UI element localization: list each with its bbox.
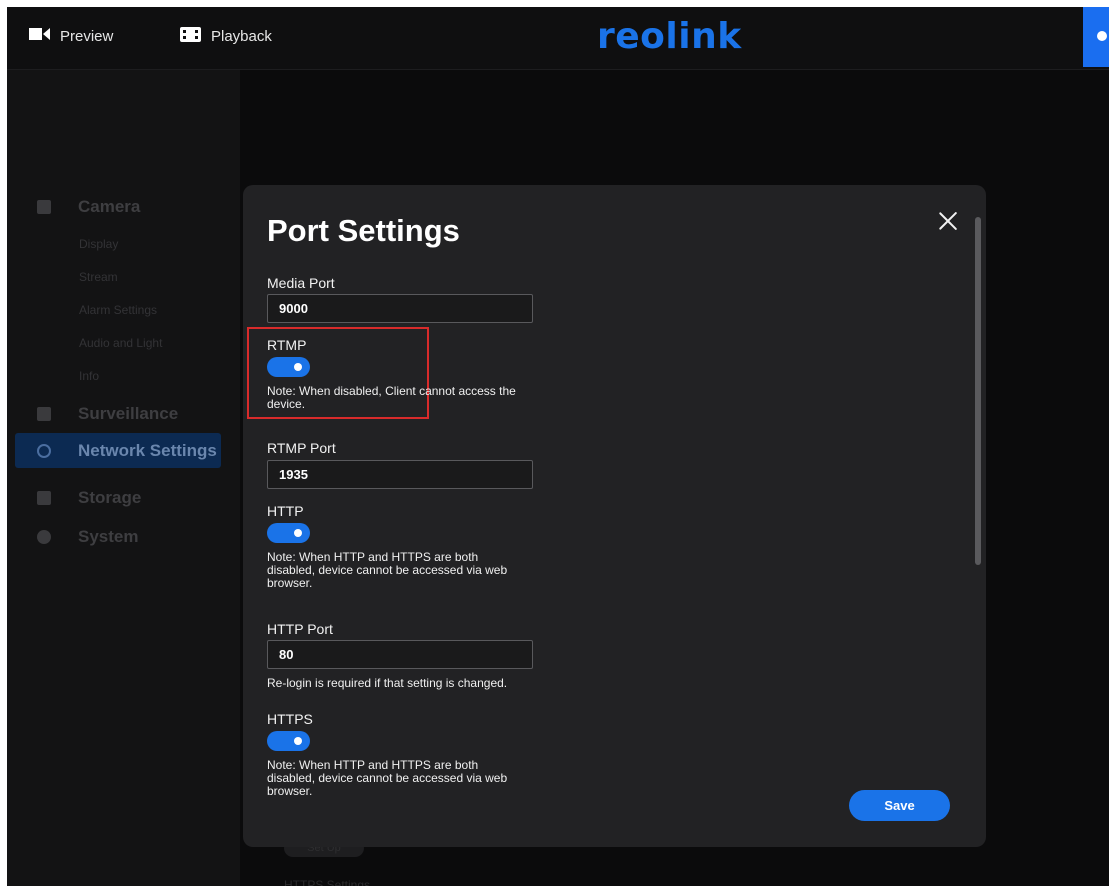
sidebar-item-label: Surveillance [78, 404, 179, 423]
rtmp-note: Note: When disabled, Client cannot acces… [267, 384, 516, 411]
http-toggle[interactable] [267, 523, 310, 543]
sidebar-item-camera[interactable]: Camera [37, 197, 140, 217]
monitor-icon [37, 407, 51, 421]
sidebar-sub-display[interactable]: Display [79, 237, 118, 251]
http-port-input[interactable]: 80 [267, 640, 533, 669]
preview-label: Preview [60, 27, 114, 45]
playback-tab[interactable]: Playback [180, 27, 272, 46]
dialog-title: Port Settings [267, 213, 460, 248]
globe-icon [37, 444, 51, 458]
sidebar-item-surveillance[interactable]: Surveillance [37, 404, 178, 424]
storage-icon [37, 491, 51, 505]
https-toggle[interactable] [267, 731, 310, 751]
film-icon [180, 27, 201, 46]
https-settings-label: HTTPS Settings [284, 878, 371, 886]
save-button[interactable]: Save [849, 790, 950, 821]
sidebar-sub-info[interactable]: Info [79, 369, 99, 383]
http-note: Note: When HTTP and HTTPS are both disab… [267, 550, 508, 590]
rtmp-port-input[interactable]: 1935 [267, 460, 533, 489]
playback-label: Playback [211, 28, 272, 45]
preview-tab[interactable]: Preview [29, 27, 113, 45]
sidebar: Camera Display Stream Alarm Settings Aud… [7, 70, 240, 886]
top-bar: Preview Playback reolink [7, 7, 1109, 70]
https-label: HTTPS [267, 711, 313, 727]
toggle-knob [294, 363, 302, 371]
reolink-logo: reolink [597, 16, 742, 57]
http-port-note: Re-login is required if that setting is … [267, 676, 508, 690]
sidebar-item-network-settings[interactable]: Network Settings [15, 433, 221, 468]
media-port-input[interactable]: 9000 [267, 294, 533, 323]
toggle-knob [294, 529, 302, 537]
dialog-scrollbar[interactable] [975, 217, 981, 565]
scrollbar-thumb[interactable] [975, 217, 981, 565]
gear-icon [37, 530, 51, 544]
media-port-label: Media Port [267, 275, 335, 291]
http-port-label: HTTP Port [267, 621, 333, 637]
user-menu-button[interactable] [1083, 7, 1109, 67]
sidebar-sub-audio-light[interactable]: Audio and Light [79, 336, 162, 350]
camera-icon [37, 200, 51, 214]
rtmp-toggle[interactable] [267, 357, 310, 377]
sidebar-item-storage[interactable]: Storage [37, 488, 141, 508]
user-icon [1097, 31, 1107, 41]
close-icon[interactable] [938, 211, 958, 231]
rtmp-label: RTMP [267, 337, 307, 353]
app-window: Preview Playback reolink Camera Display … [7, 7, 1109, 886]
rtmp-port-label: RTMP Port [267, 440, 336, 456]
sidebar-sub-alarm-settings[interactable]: Alarm Settings [79, 303, 157, 317]
toggle-knob [294, 737, 302, 745]
sidebar-item-label: Storage [78, 488, 142, 507]
video-camera-icon [29, 27, 50, 45]
port-settings-dialog: Port Settings Media Port 9000 RTMP Note:… [243, 185, 986, 847]
sidebar-item-label: Camera [78, 197, 141, 216]
sidebar-item-label: Network Settings [78, 441, 217, 460]
sidebar-item-system[interactable]: System [37, 527, 138, 547]
sidebar-sub-stream[interactable]: Stream [79, 270, 118, 284]
https-note: Note: When HTTP and HTTPS are both disab… [267, 758, 508, 798]
http-label: HTTP [267, 503, 304, 519]
sidebar-item-label: System [78, 527, 139, 546]
